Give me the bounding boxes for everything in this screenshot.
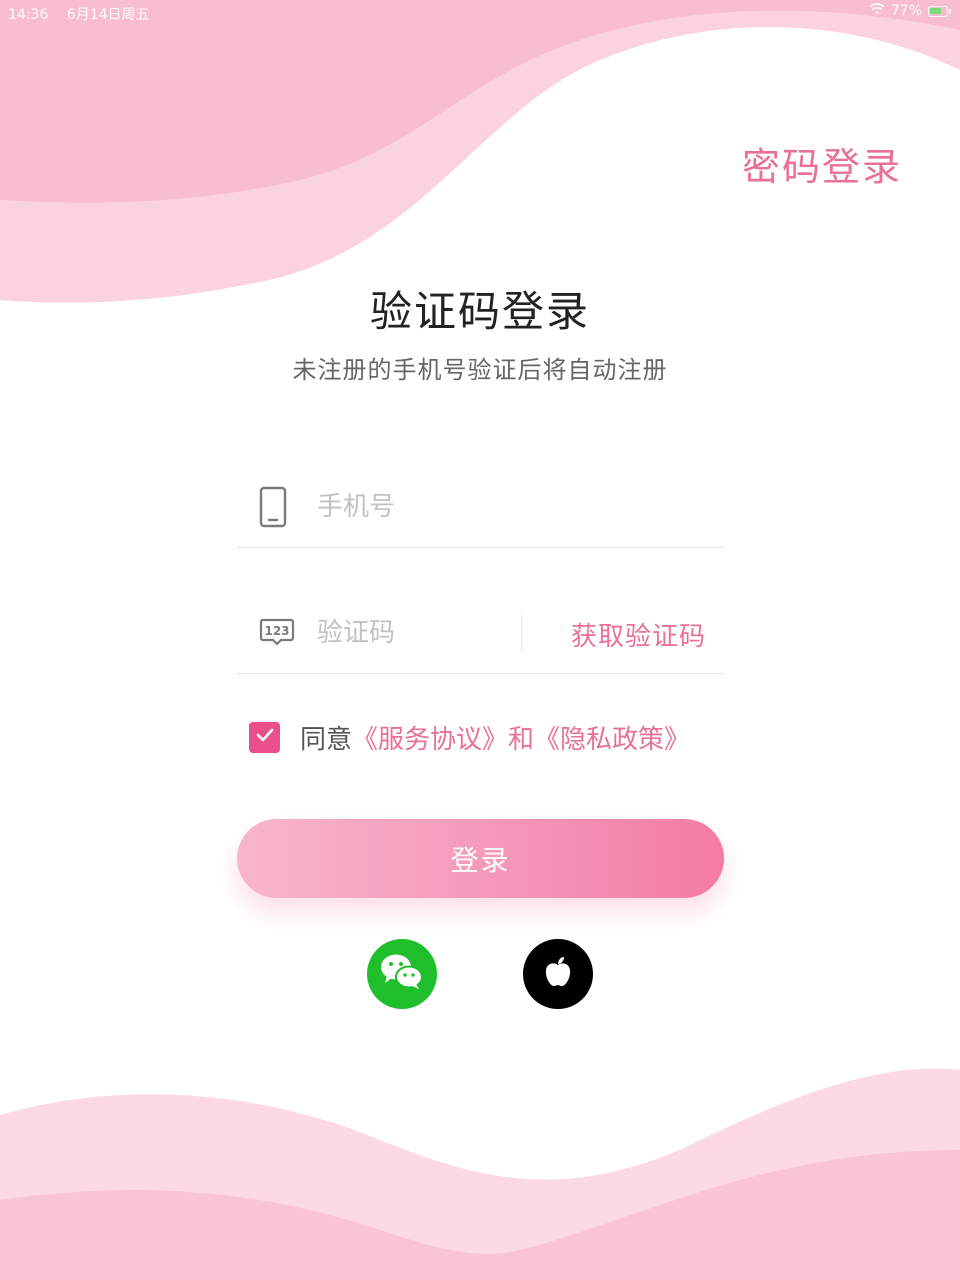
wifi-icon [869,3,885,19]
phone-field [237,470,724,548]
agreement-checkbox[interactable] [249,721,280,753]
phone-input[interactable] [317,486,707,528]
apple-login-button[interactable] [523,939,593,1009]
agreement-prefix: 同意 [300,724,353,755]
battery-icon [928,5,951,17]
status-right: 77% [869,3,951,19]
service-agreement-link[interactable]: 《服务协议》 [352,719,508,756]
apple-icon [543,955,573,993]
code-divider [521,614,522,652]
status-left: 14:36 6月14日周五 [8,4,164,24]
agreement-and: 和 [508,724,535,755]
login-button[interactable]: 登录 [237,819,724,898]
check-icon [255,727,275,747]
status-time: 14:36 [8,7,49,23]
svg-text:123: 123 [264,624,289,638]
page-title: 验证码登录 [369,287,590,336]
bottom-wave-decoration [0,1068,960,1280]
code-input[interactable] [317,612,507,654]
privacy-policy-link[interactable]: 《隐私政策》 [534,719,690,756]
status-date: 6月14日周五 [66,7,150,23]
get-code-button[interactable]: 获取验证码 [571,616,706,653]
code-field: 123 获取验证码 [237,596,724,674]
status-bar: 14:36 6月14日周五 77% [0,0,960,26]
battery-fill [930,7,941,14]
wechat-login-button[interactable] [367,939,437,1009]
wechat-icon [379,952,425,996]
login-page: 14:36 6月14日周五 77% 密码登录 验证码登录 未注册的手机号验证后将… [0,0,960,1280]
agreement-row: 同意 《服务协议》 和 《隐私政策》 [249,719,690,756]
password-login-link[interactable]: 密码登录 [742,136,902,191]
battery-percent: 77% [890,3,922,19]
page-subtitle: 未注册的手机号验证后将自动注册 [292,356,668,384]
keypad-123-icon: 123 [257,612,297,656]
phone-icon [257,486,291,534]
